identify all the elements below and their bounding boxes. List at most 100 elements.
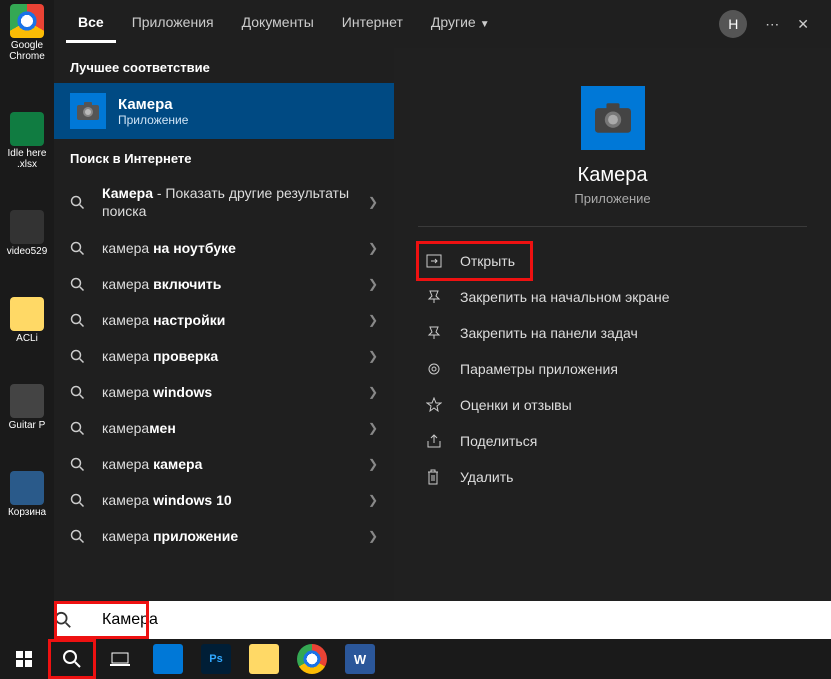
chevron-right-icon: ❯ bbox=[368, 421, 378, 435]
preview-column: Камера Приложение Открыть Закрепить на на… bbox=[394, 48, 831, 639]
preview-title: Камера bbox=[418, 164, 807, 187]
photoshop-icon: Ps bbox=[201, 644, 231, 674]
desktop-icon-video[interactable]: video529 bbox=[0, 206, 54, 263]
web-result-item[interactable]: камера на ноутбуке ❯ bbox=[54, 230, 394, 266]
word-icon: W bbox=[345, 644, 375, 674]
taskbar-app-word[interactable]: W bbox=[336, 639, 384, 679]
desktop-icon-label: Google Chrome bbox=[0, 40, 54, 62]
desktop-icon-trash[interactable]: Корзина bbox=[0, 467, 54, 524]
web-result-item[interactable]: камера windows 10❯ bbox=[54, 482, 394, 518]
chevron-right-icon: ❯ bbox=[368, 241, 378, 255]
more-icon[interactable]: ⋯ bbox=[765, 16, 779, 33]
web-result-label: камера windows bbox=[102, 384, 356, 400]
recycle-bin-icon bbox=[10, 471, 44, 505]
web-result-label: камерамен bbox=[102, 420, 356, 436]
open-icon bbox=[426, 254, 444, 268]
preview-subtitle: Приложение bbox=[418, 191, 807, 206]
taskbar: Ps W bbox=[0, 639, 831, 679]
start-button[interactable] bbox=[0, 639, 48, 679]
chevron-right-icon: ❯ bbox=[368, 277, 378, 291]
tab-more-label: Другие bbox=[431, 14, 476, 30]
search-input[interactable] bbox=[102, 601, 831, 639]
desktop: Google Chrome Idle here .xlsx video529 A… bbox=[0, 0, 54, 640]
taskbar-app-ps[interactable]: Ps bbox=[192, 639, 240, 679]
search-icon bbox=[70, 241, 90, 256]
chrome-icon bbox=[10, 4, 44, 38]
desktop-icon-label: Корзина bbox=[0, 507, 54, 518]
best-match-header: Лучшее соответствие bbox=[54, 48, 394, 83]
taskbar-app-chrome[interactable] bbox=[288, 639, 336, 679]
action-label: Открыть bbox=[460, 253, 515, 269]
share-icon bbox=[426, 434, 444, 448]
app-icon bbox=[10, 384, 44, 418]
excel-icon bbox=[10, 112, 44, 146]
search-icon bbox=[70, 529, 90, 544]
chevron-right-icon: ❯ bbox=[368, 529, 378, 543]
app-preview: Камера Приложение bbox=[418, 68, 807, 227]
desktop-icon-guitar[interactable]: Guitar P bbox=[0, 380, 54, 437]
web-result-item[interactable]: камера проверка ❯ bbox=[54, 338, 394, 374]
web-result-item[interactable]: Камера - Показать другие результаты поис… bbox=[54, 174, 394, 230]
action-star[interactable]: Оценки и отзывы bbox=[418, 387, 807, 423]
explorer-icon bbox=[249, 644, 279, 674]
search-icon bbox=[54, 611, 102, 629]
tab-more[interactable]: Другие ▼ bbox=[419, 6, 502, 43]
taskbar-app-explorer[interactable] bbox=[240, 639, 288, 679]
action-label: Закрепить на начальном экране bbox=[460, 289, 670, 305]
user-avatar[interactable]: Н bbox=[719, 10, 747, 38]
tab-apps[interactable]: Приложения bbox=[120, 6, 226, 43]
search-icon bbox=[70, 385, 90, 400]
desktop-icon-label: Guitar P bbox=[0, 420, 54, 431]
best-match-subtitle: Приложение bbox=[118, 113, 188, 127]
tab-web[interactable]: Интернет bbox=[330, 6, 415, 43]
web-result-item[interactable]: камера включить❯ bbox=[54, 266, 394, 302]
search-button[interactable] bbox=[48, 639, 96, 679]
chevron-right-icon: ❯ bbox=[368, 349, 378, 363]
web-result-item[interactable]: камера windows ❯ bbox=[54, 374, 394, 410]
settings-icon bbox=[426, 361, 444, 377]
search-icon bbox=[70, 195, 90, 210]
chevron-right-icon: ❯ bbox=[368, 457, 378, 471]
chrome-icon bbox=[297, 644, 327, 674]
taskview-button[interactable] bbox=[96, 639, 144, 679]
search-icon bbox=[70, 493, 90, 508]
search-icon bbox=[70, 421, 90, 436]
web-result-item[interactable]: камерамен ❯ bbox=[54, 410, 394, 446]
tab-all[interactable]: Все bbox=[66, 6, 116, 43]
chevron-right-icon: ❯ bbox=[368, 493, 378, 507]
action-open[interactable]: Открыть bbox=[418, 243, 531, 279]
action-pin-start[interactable]: Закрепить на начальном экране bbox=[418, 279, 807, 315]
desktop-icon-label: Idle here .xlsx bbox=[0, 148, 54, 170]
action-label: Параметры приложения bbox=[460, 361, 618, 377]
web-result-item[interactable]: камера камера ❯ bbox=[54, 446, 394, 482]
desktop-icon-xlsx[interactable]: Idle here .xlsx bbox=[0, 108, 54, 176]
chevron-right-icon: ❯ bbox=[368, 195, 378, 209]
desktop-icon-label: ACLi bbox=[0, 333, 54, 344]
best-match-item[interactable]: Камера Приложение bbox=[54, 83, 394, 139]
action-pin-task[interactable]: Закрепить на панели задач bbox=[418, 315, 807, 351]
chevron-down-icon: ▼ bbox=[480, 19, 490, 30]
action-label: Поделиться bbox=[460, 433, 537, 449]
action-label: Оценки и отзывы bbox=[460, 397, 572, 413]
search-panel: Все Приложения Документы Интернет Другие… bbox=[54, 0, 831, 639]
action-settings[interactable]: Параметры приложения bbox=[418, 351, 807, 387]
camera-icon bbox=[70, 93, 106, 129]
action-trash[interactable]: Удалить bbox=[418, 459, 807, 495]
desktop-icon-aclib[interactable]: ACLi bbox=[0, 293, 54, 350]
pin-start-icon bbox=[426, 290, 444, 304]
action-share[interactable]: Поделиться bbox=[418, 423, 807, 459]
star-icon bbox=[426, 397, 444, 413]
taskbar-app-calc[interactable] bbox=[144, 639, 192, 679]
search-box[interactable] bbox=[54, 601, 831, 639]
web-result-label: камера проверка bbox=[102, 348, 356, 364]
search-icon bbox=[70, 277, 90, 292]
chevron-right-icon: ❯ bbox=[368, 385, 378, 399]
close-icon[interactable]: ✕ bbox=[797, 16, 809, 33]
web-result-label: камера на ноутбуке bbox=[102, 240, 356, 256]
web-result-item[interactable]: камера приложение❯ bbox=[54, 518, 394, 554]
web-result-label: камера камера bbox=[102, 456, 356, 472]
tab-documents[interactable]: Документы bbox=[230, 6, 326, 43]
web-result-item[interactable]: камера настройки❯ bbox=[54, 302, 394, 338]
pin-task-icon bbox=[426, 326, 444, 340]
desktop-icon-chrome[interactable]: Google Chrome bbox=[0, 0, 54, 68]
